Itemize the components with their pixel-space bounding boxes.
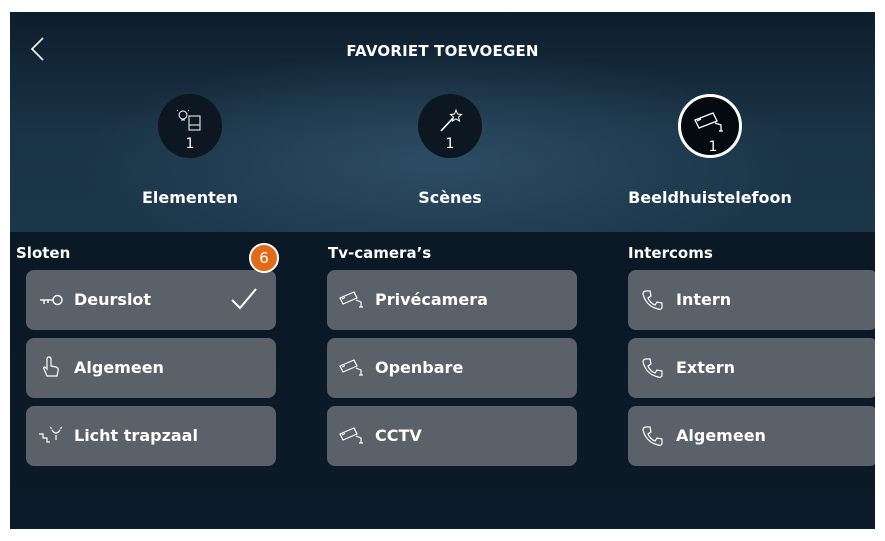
button-licht-trapzaal[interactable]: Licht trapzaal — [26, 406, 276, 466]
hand-pointer-icon — [43, 356, 59, 377]
phone-icon — [642, 358, 663, 378]
button-label: Algemeen — [74, 358, 164, 377]
button-label: Openbare — [375, 358, 464, 377]
header: FAVORIET TOEVOEGEN 1 Elementen 1 Scènes … — [10, 12, 875, 232]
camera-icon — [694, 112, 723, 132]
button-deurslot[interactable]: Deurslot — [26, 270, 276, 330]
button-label: Extern — [676, 358, 736, 377]
key-icon — [40, 294, 63, 306]
tab-label: Elementen — [141, 188, 239, 207]
button-intern[interactable]: Intern — [628, 270, 875, 330]
screen: FAVORIET TOEVOEGEN 1 Elementen 1 Scènes … — [10, 12, 875, 529]
tab-icon-circle[interactable]: 1 — [418, 94, 482, 158]
button-openbare[interactable]: Openbare — [327, 338, 577, 398]
tab-icon-circle[interactable]: 1 — [158, 94, 222, 158]
tab-count: 1 — [445, 136, 455, 152]
phone-icon — [642, 426, 663, 446]
tab-count: 1 — [708, 139, 718, 155]
tab-count: 1 — [185, 136, 195, 152]
tab-icon-circle[interactable]: 1 — [678, 94, 742, 158]
button-algemeen-intercom[interactable]: Algemeen — [628, 406, 875, 466]
step-badge: 6 — [249, 243, 279, 273]
button-label: Privécamera — [375, 290, 488, 309]
check-icon — [231, 288, 257, 310]
button-label: Deurslot — [74, 290, 152, 309]
tab-label: Scènes — [418, 188, 482, 207]
tab-label: Beeldhuistelefoon — [628, 188, 792, 207]
page-title: FAVORIET TOEVOEGEN — [346, 42, 539, 60]
light-door-icon — [176, 109, 201, 131]
button-label: Intern — [676, 290, 732, 309]
stair-light-icon — [39, 426, 63, 443]
camera-icon — [339, 427, 363, 444]
button-extern[interactable]: Extern — [628, 338, 875, 398]
button-algemeen-slot[interactable]: Algemeen — [26, 338, 276, 398]
button-label: Licht trapzaal — [74, 426, 198, 445]
camera-icon — [339, 291, 363, 308]
button-label: CCTV — [375, 426, 422, 445]
button-privecamera[interactable]: Privécamera — [327, 270, 577, 330]
section-title-sloten: Sloten — [16, 244, 71, 262]
section-title-intercoms: Intercoms — [628, 244, 713, 262]
camera-icon — [339, 359, 363, 376]
phone-icon — [642, 290, 663, 310]
magic-wand-icon — [440, 108, 463, 132]
button-label: Algemeen — [676, 426, 766, 445]
button-cctv[interactable]: CCTV — [327, 406, 577, 466]
section-title-tv-cameras: Tv-camera’s — [328, 244, 432, 262]
